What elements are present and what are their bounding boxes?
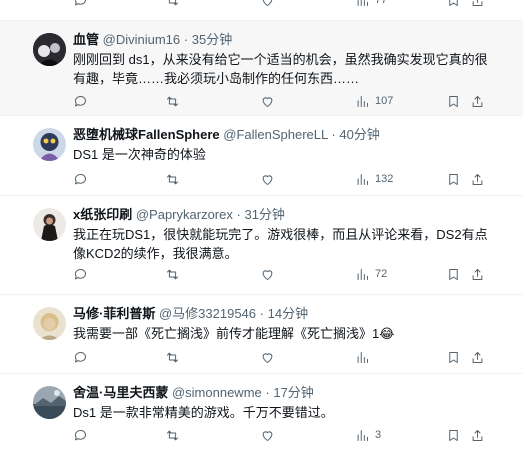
- bookmark-icon[interactable]: [446, 348, 461, 366]
- separator: ·: [183, 32, 189, 47]
- bookmark-icon[interactable]: [446, 265, 461, 283]
- author-handle[interactable]: @FallenSphereLL: [223, 127, 328, 142]
- reply-icon[interactable]: [73, 348, 88, 366]
- author-name[interactable]: 马修·菲利普斯: [73, 306, 155, 321]
- like-icon[interactable]: [260, 348, 275, 366]
- previous-post-actions: 77: [0, 0, 523, 21]
- repost-icon[interactable]: [165, 170, 180, 188]
- post-time[interactable]: 31分钟: [244, 207, 284, 222]
- reply-icon[interactable]: [73, 426, 88, 444]
- share-icon[interactable]: [470, 170, 485, 188]
- repost-icon[interactable]: [165, 426, 180, 444]
- share-icon[interactable]: [470, 0, 485, 9]
- bookmark-icon[interactable]: [446, 0, 461, 9]
- post-2[interactable]: 恶堕机械球FallenSphere @FallenSphereLL · 40分钟…: [0, 116, 523, 196]
- like-icon[interactable]: [260, 265, 275, 283]
- share-icon[interactable]: [470, 265, 485, 283]
- author-handle[interactable]: @Paprykarzorex: [136, 207, 233, 222]
- share-icon[interactable]: [470, 426, 485, 444]
- share-icon[interactable]: [470, 348, 485, 366]
- separator: ·: [331, 127, 336, 142]
- post-time[interactable]: 40分钟: [339, 127, 379, 142]
- like-icon[interactable]: [260, 0, 275, 9]
- repost-icon[interactable]: [165, 265, 180, 283]
- post-text: Ds1 是一款非常精美的游戏。千万不要错过。: [73, 405, 334, 420]
- post-text: 我正在玩DS1，很快就能玩完了。游戏很棒，而且从评论来看，DS2有点像KCD2的…: [73, 227, 488, 261]
- post-3[interactable]: x纸张印刷 @Paprykarzorex · 31分钟 我正在玩DS1，很快就能…: [0, 196, 523, 295]
- views-icon[interactable]: 3: [355, 426, 381, 444]
- like-icon[interactable]: [260, 92, 275, 110]
- author-name[interactable]: 血管: [73, 32, 99, 47]
- reply-icon[interactable]: [73, 0, 88, 9]
- bookmark-icon[interactable]: [446, 426, 461, 444]
- views-count: 72: [375, 268, 388, 280]
- post-time[interactable]: 35分钟: [192, 32, 232, 47]
- avatar[interactable]: [33, 208, 66, 241]
- post-text: DS1 是一次神奇的体验: [73, 147, 206, 162]
- views-icon[interactable]: 132: [355, 170, 393, 188]
- views-icon[interactable]: [355, 348, 375, 366]
- views-count: 132: [375, 173, 394, 185]
- repost-icon[interactable]: [165, 92, 180, 110]
- share-icon[interactable]: [470, 92, 485, 110]
- author-name[interactable]: 舍温·马里夫西蒙: [73, 385, 168, 400]
- author-name[interactable]: x纸张印刷: [73, 207, 132, 222]
- post-time[interactable]: 17分钟: [273, 385, 313, 400]
- post-actions: 3: [73, 426, 501, 444]
- post-actions: 107: [73, 92, 501, 110]
- author-handle[interactable]: @simonnewme: [172, 385, 262, 400]
- avatar[interactable]: [33, 386, 66, 419]
- views-icon[interactable]: 72: [355, 265, 387, 283]
- post-text: 刚刚回到 ds1，从来没有给它一个适当的机会，虽然我确实发现它真的很有趣，毕竟……: [73, 52, 488, 86]
- views-icon[interactable]: 77: [355, 0, 387, 9]
- like-icon[interactable]: [260, 426, 275, 444]
- views-icon[interactable]: 107: [355, 92, 393, 110]
- post-actions: 132: [73, 170, 501, 188]
- author-name[interactable]: 恶堕机械球FallenSphere: [73, 127, 220, 142]
- post-actions: 72: [73, 265, 501, 283]
- separator: ·: [236, 207, 241, 222]
- repost-icon[interactable]: [165, 348, 180, 366]
- views-count: 107: [375, 95, 394, 107]
- reply-icon[interactable]: [73, 170, 88, 188]
- bookmark-icon[interactable]: [446, 92, 461, 110]
- reply-icon[interactable]: [73, 265, 88, 283]
- post-4[interactable]: 马修·菲利普斯 @马修33219546 · 14分钟 我需要一部《死亡搁浅》前传…: [0, 295, 523, 374]
- avatar[interactable]: [33, 128, 66, 161]
- avatar[interactable]: [33, 33, 66, 66]
- post-1[interactable]: 血管 @Divinium16 · 35分钟 刚刚回到 ds1，从来没有给它一个适…: [0, 21, 523, 116]
- separator: ·: [259, 306, 264, 321]
- separator: ·: [265, 385, 270, 400]
- views-count: 3: [375, 429, 382, 441]
- avatar[interactable]: [33, 307, 66, 340]
- author-handle[interactable]: @马修33219546: [159, 306, 256, 321]
- views-count: 77: [375, 0, 388, 6]
- reply-icon[interactable]: [73, 92, 88, 110]
- post-text: 我需要一部《死亡搁浅》前传才能理解《死亡搁浅》1😂: [73, 326, 395, 341]
- like-icon[interactable]: [260, 170, 275, 188]
- post-actions: [73, 348, 501, 366]
- repost-icon[interactable]: [165, 0, 180, 9]
- bookmark-icon[interactable]: [446, 170, 461, 188]
- author-handle[interactable]: @Divinium16: [103, 32, 181, 47]
- post-5[interactable]: 舍温·马里夫西蒙 @simonnewme · 17分钟 Ds1 是一款非常精美的…: [0, 374, 523, 456]
- post-time[interactable]: 14分钟: [268, 306, 308, 321]
